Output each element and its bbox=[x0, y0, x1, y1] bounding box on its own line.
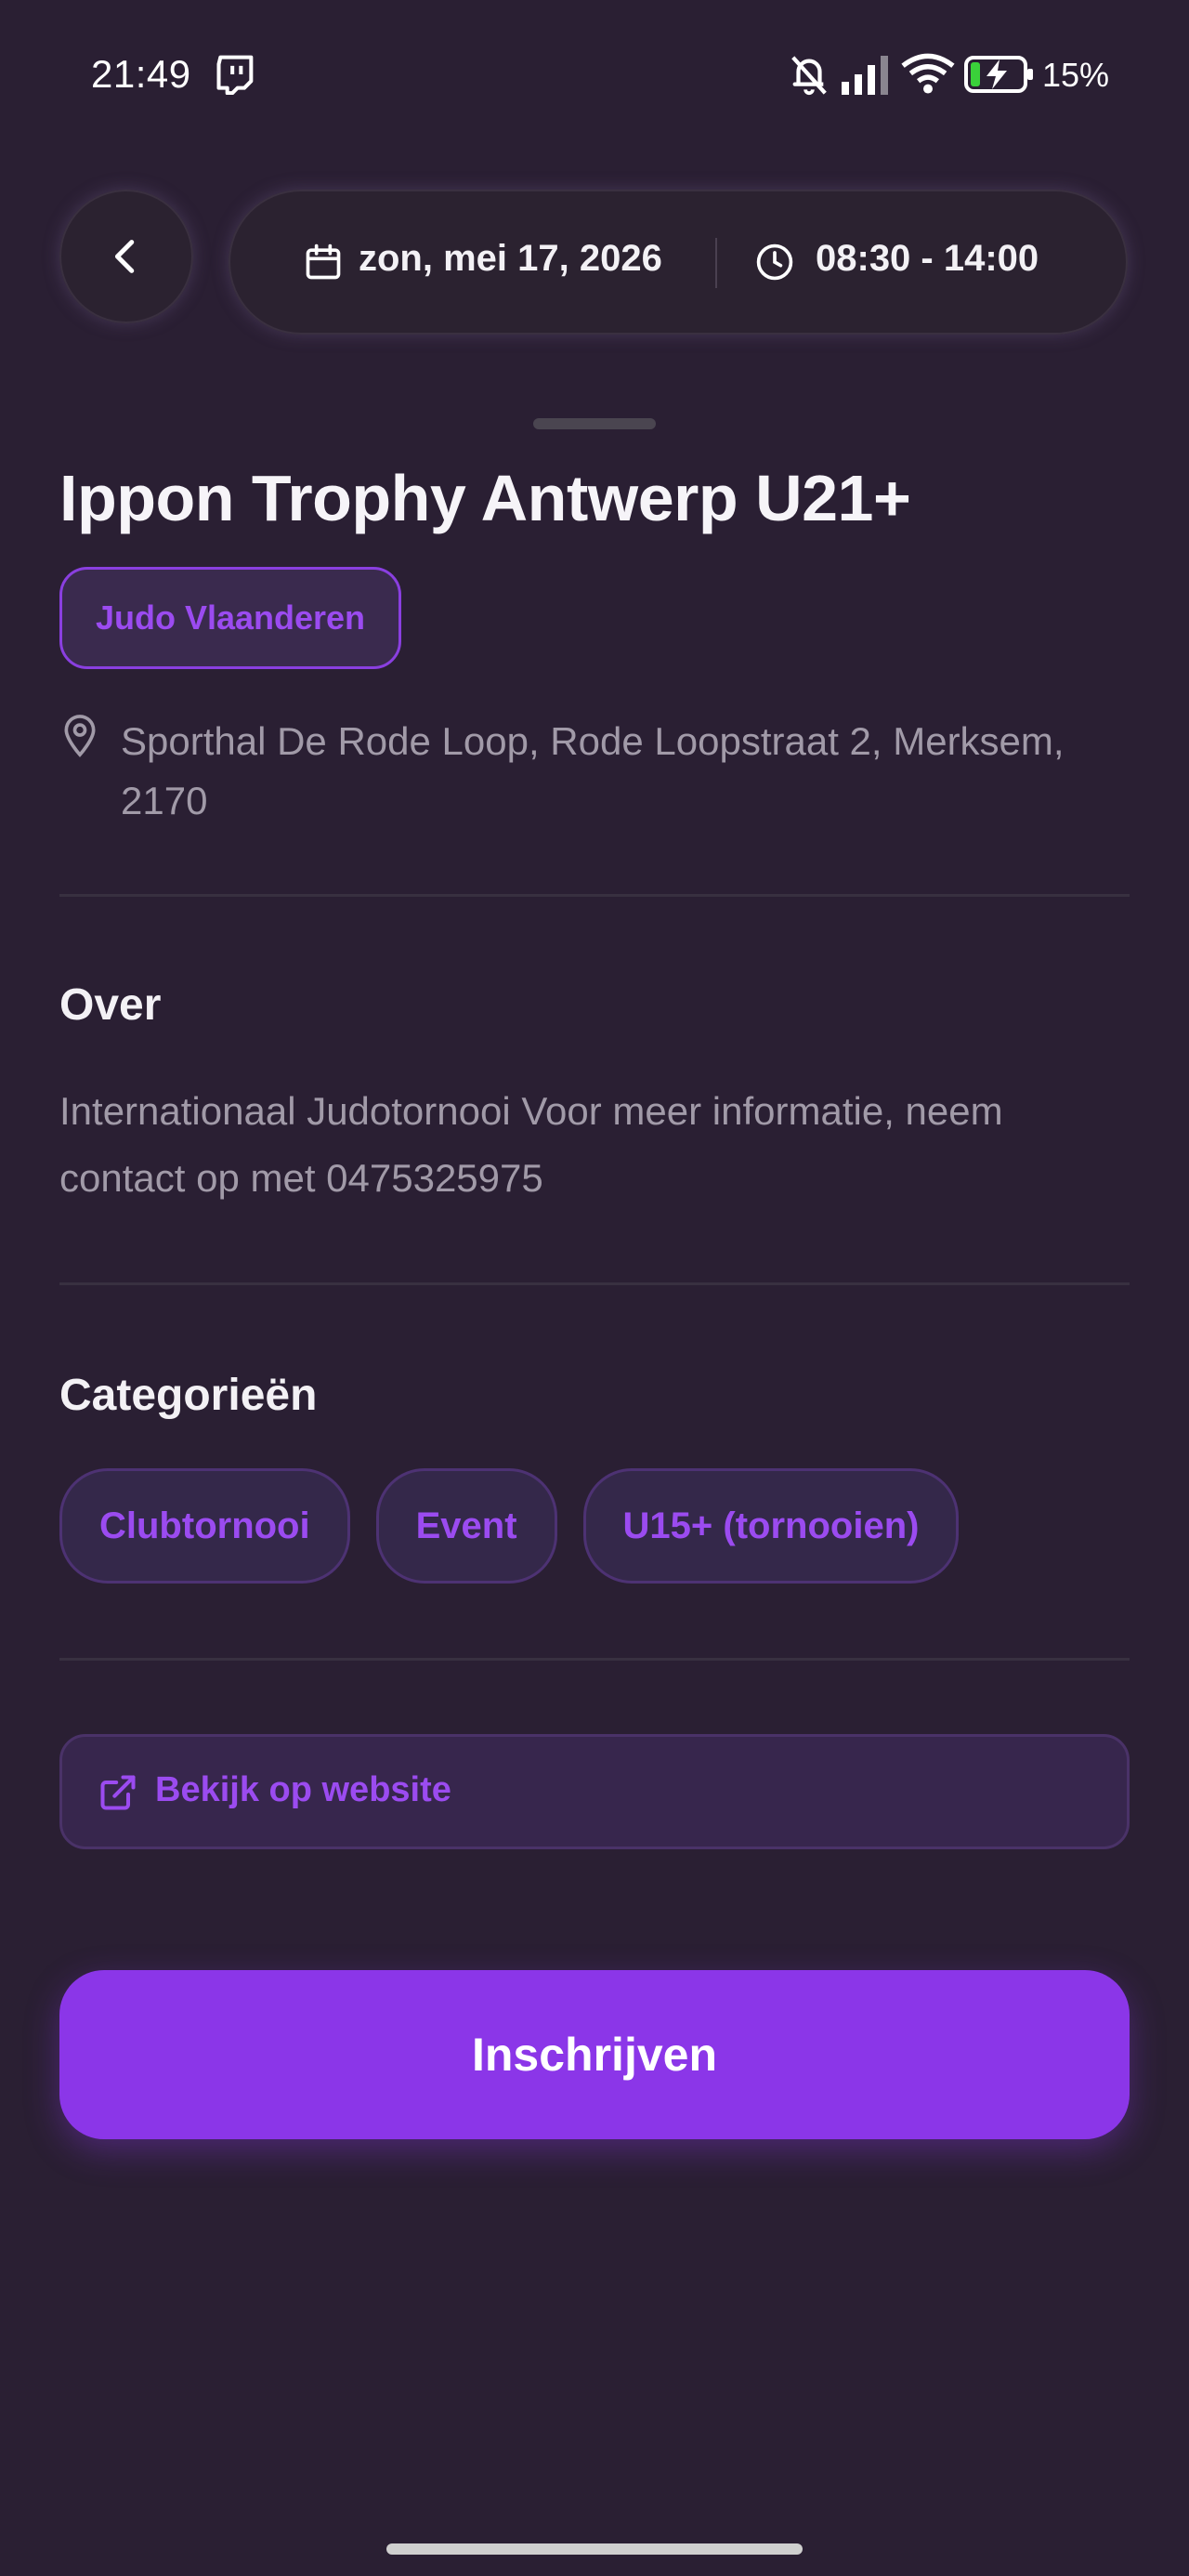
map-pin-icon bbox=[64, 715, 96, 757]
categories-heading: Categorieën bbox=[59, 1371, 318, 1420]
category-chips: Clubtornooi Event U15+ (tornooien) bbox=[59, 1468, 960, 1584]
divider bbox=[59, 1282, 1130, 1285]
calendar-icon bbox=[306, 243, 341, 280]
divider bbox=[59, 894, 1130, 897]
view-website-label: Bekijk op website bbox=[155, 1770, 451, 1809]
pill-divider bbox=[715, 238, 717, 288]
divider bbox=[59, 1658, 1130, 1661]
sheet-drag-handle[interactable] bbox=[533, 418, 656, 429]
category-chip-u15[interactable]: U15+ (tornooien) bbox=[582, 1468, 960, 1584]
date-time-pill: zon, mei 17, 2026 08:30 - 14:00 bbox=[229, 190, 1128, 335]
event-detail-screen: 21:49 15% zon, mei 17, 2026 08:30 - 14:0… bbox=[0, 0, 1189, 2576]
event-time-range: 08:30 - 14:00 bbox=[816, 238, 1039, 279]
event-title: Ippon Trophy Antwerp U21+ bbox=[59, 462, 911, 534]
signal-icon bbox=[842, 56, 888, 95]
status-time: 21:49 bbox=[91, 52, 191, 96]
back-arrow-icon bbox=[114, 240, 135, 273]
category-chip-clubtornooi[interactable]: Clubtornooi bbox=[59, 1468, 350, 1584]
about-text: Internationaal Judotornooi Voor meer inf… bbox=[59, 1089, 1003, 1200]
external-link-icon bbox=[100, 1775, 136, 1810]
battery-charging-icon bbox=[964, 56, 1033, 93]
status-bar: 21:49 15% bbox=[0, 0, 1189, 153]
category-chip-event[interactable]: Event bbox=[375, 1468, 557, 1584]
register-button[interactable]: Inschrijven bbox=[59, 1970, 1130, 2139]
bell-off-icon bbox=[791, 56, 827, 96]
back-button[interactable] bbox=[59, 190, 193, 323]
event-address[interactable]: Sporthal De Rode Loop, Rode Loopstraat 2… bbox=[121, 712, 1143, 831]
view-website-button[interactable]: Bekijk op website bbox=[59, 1734, 1130, 1849]
battery-percentage: 15% bbox=[1042, 56, 1110, 94]
about-heading: Over bbox=[59, 980, 162, 1030]
event-date: zon, mei 17, 2026 bbox=[359, 238, 662, 279]
home-indicator[interactable] bbox=[386, 2543, 803, 2555]
organizer-badge[interactable]: Judo Vlaanderen bbox=[59, 567, 401, 669]
clock-icon bbox=[756, 243, 793, 281]
twitch-icon bbox=[216, 55, 254, 95]
wifi-icon bbox=[901, 53, 955, 94]
